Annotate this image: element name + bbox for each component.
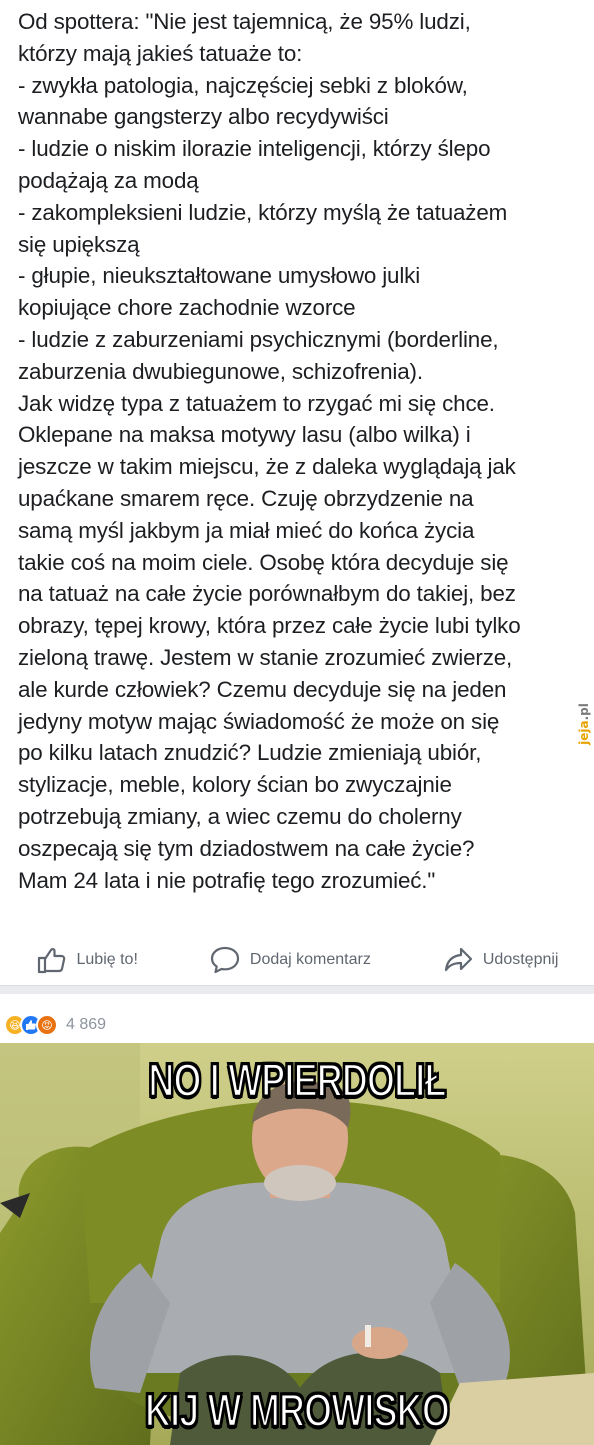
post-line: potrzebują zmiany, a wiec czemu do chole…	[18, 803, 462, 829]
watermark-domain: .pl	[577, 703, 592, 721]
reaction-count: 4 869	[66, 1016, 107, 1033]
share-button[interactable]: Udostępnij	[442, 945, 559, 975]
like-label: Lubię to!	[76, 950, 138, 968]
post-line: jedyny motyw mając świadomość że może on…	[18, 708, 500, 734]
post-line: samą myśl jakbym ja miał mieć do końca ż…	[18, 517, 475, 543]
post-line: jeszcze w takim miejscu, że z daleka wyg…	[18, 454, 516, 480]
post-line: - ludzie z zaburzeniami psychicznymi (bo…	[18, 326, 499, 352]
post-line: ale kurde człowiek? Czemu decyduje się n…	[18, 676, 507, 702]
reactions-summary[interactable]: 😆 😡 4 869	[4, 1012, 106, 1038]
comment-label: Dodaj komentarz	[249, 950, 371, 968]
meme-image: NO I WPIERDOLIŁ KIJ W MROWISKO	[0, 1043, 594, 1445]
post-line: się upiększą	[18, 231, 140, 257]
post-line: takie coś na moim ciele. Osobę która dec…	[18, 549, 509, 575]
watermark-text: jeja	[577, 720, 592, 745]
post-text: Od spottera: "Nie jest tajemnicą, że 95%…	[18, 6, 590, 896]
meme-top-caption: NO I WPIERDOLIŁ	[147, 1053, 447, 1108]
comment-button[interactable]: Dodaj komentarz	[209, 945, 371, 975]
thumbs-up-icon	[37, 947, 65, 973]
post-line: - ludzie o niskim ilorazie inteligencji,…	[18, 136, 491, 162]
post-line: wannabe gangsterzy albo recydywiści	[18, 104, 389, 130]
post-line: kopiujące chore zachodnie wzorce	[18, 295, 356, 321]
post-line: stylizacje, meble, kolory ścian bo zwycz…	[18, 772, 452, 798]
post-line: Od spottera: "Nie jest tajemnicą, że 95%…	[18, 9, 471, 34]
share-arrow-icon	[444, 947, 472, 971]
post-line: Jak widzę typa z tatuażem to rzygać mi s…	[18, 390, 495, 416]
post-line: po kilku latach znudzić? Ludzie zmieniaj…	[18, 740, 482, 766]
reaction-icons: 😆 😡	[4, 1014, 58, 1036]
angry-reaction-icon: 😡	[36, 1014, 58, 1036]
post-line: - głupie, nieukształtowane umysłowo julk…	[18, 263, 421, 289]
post-line: którzy mają jakieś tatuaże to:	[18, 40, 303, 66]
post-line: upaćkane smarem ręce. Czuję obrzydzenie …	[18, 485, 474, 511]
section-divider	[0, 986, 594, 994]
like-button[interactable]: Lubię to!	[36, 945, 138, 975]
post-line: - zakompleksieni ludzie, którzy myślą że…	[18, 199, 508, 225]
jeja-watermark: jeja.pl	[574, 693, 594, 755]
comment-bubble-icon	[210, 946, 240, 973]
post-line: Oklepane na maksa motywy lasu (albo wilk…	[18, 422, 471, 448]
post-line: zaburzenia dwubiegunowe, schizofrenia).	[18, 358, 423, 384]
post-line: na tatuaż na całe życie porównałbym do t…	[18, 581, 516, 607]
post-line: oszpecają się tym dziadostwem na całe ży…	[18, 835, 475, 861]
post-action-bar: Lubię to! Dodaj komentarz Udostępnij	[0, 934, 594, 986]
post-line: obrazy, tępej krowy, która przez całe ży…	[18, 613, 521, 639]
post-line: - zwykła patologia, najczęściej sebki z …	[18, 72, 468, 98]
post-line: podążają za modą	[18, 167, 199, 193]
share-label: Udostępnij	[482, 950, 559, 968]
meme-bottom-caption: KIJ W MROWISKO	[144, 1383, 451, 1438]
post-line: Mam 24 lata i nie potrafię tego zrozumie…	[18, 867, 436, 893]
post-line: zieloną trawę. Jestem w stanie zrozumieć…	[18, 644, 513, 670]
